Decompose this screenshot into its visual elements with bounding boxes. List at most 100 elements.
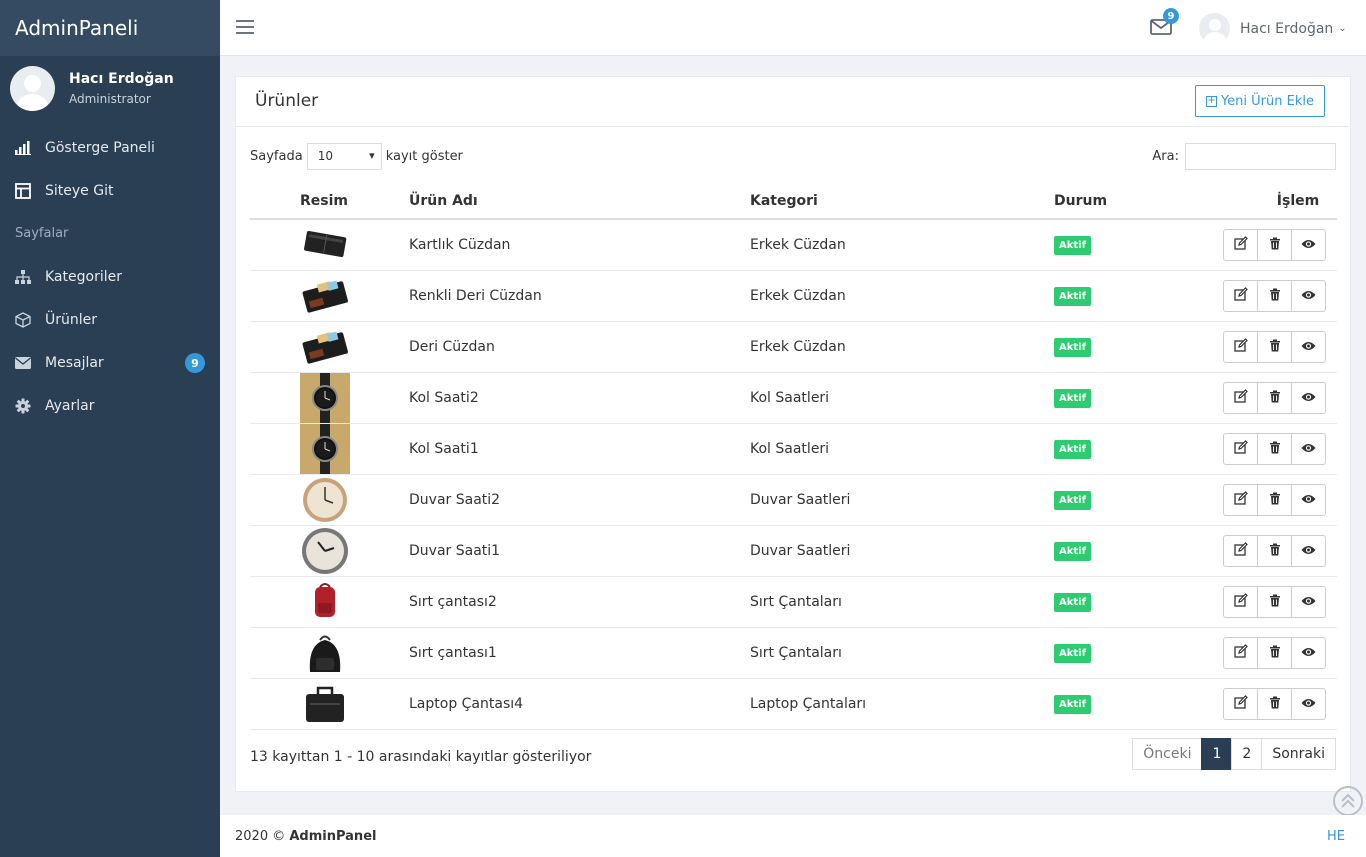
pagination-next[interactable]: Sonraki bbox=[1261, 738, 1336, 770]
product-image-cell bbox=[300, 270, 409, 322]
trash-icon bbox=[1269, 390, 1281, 407]
eye-icon bbox=[1301, 441, 1316, 457]
view-button[interactable] bbox=[1291, 382, 1326, 414]
table-row: Laptop Çantası4 Laptop Çantaları Aktif bbox=[250, 678, 1337, 730]
edit-button[interactable] bbox=[1223, 331, 1258, 363]
table-row: Deri Cüzdan Erkek Cüzdan Aktif bbox=[250, 321, 1337, 373]
status-badge: Aktif bbox=[1054, 643, 1091, 663]
products-table: Resim Ürün Adı Kategori Durum İşlem Kart… bbox=[250, 183, 1337, 730]
eye-icon bbox=[1301, 390, 1316, 406]
footer-credit[interactable]: HE bbox=[1327, 829, 1345, 844]
product-category: Duvar Saatleri bbox=[750, 474, 1054, 526]
footer-brand: AdminPanel bbox=[289, 828, 377, 844]
view-button[interactable] bbox=[1291, 433, 1326, 465]
delete-button[interactable] bbox=[1257, 433, 1292, 465]
view-button[interactable] bbox=[1291, 280, 1326, 312]
menu-toggle-icon[interactable] bbox=[236, 20, 254, 34]
edit-button[interactable] bbox=[1223, 382, 1258, 414]
view-button[interactable] bbox=[1291, 331, 1326, 363]
sidebar-item-settings[interactable]: Ayarlar bbox=[0, 384, 220, 427]
sidebar-item-label: Siteye Git bbox=[45, 182, 114, 199]
product-name: Sırt çantası1 bbox=[409, 627, 750, 679]
mail-count-badge: 9 bbox=[1163, 8, 1179, 24]
pagination-page-2[interactable]: 2 bbox=[1231, 738, 1263, 770]
top-navbar: 9 Hacı Erdoğan ⌄ bbox=[220, 0, 1366, 56]
view-button[interactable] bbox=[1291, 229, 1326, 261]
envelope-icon bbox=[14, 354, 32, 372]
sidebar-item-site[interactable]: Siteye Git bbox=[0, 169, 220, 212]
product-image-cell bbox=[300, 423, 409, 475]
eye-icon bbox=[1301, 594, 1316, 610]
edit-button[interactable] bbox=[1223, 637, 1258, 669]
sidebar-item-label: Mesajlar bbox=[45, 354, 104, 371]
delete-button[interactable] bbox=[1257, 637, 1292, 669]
status-badge: Aktif bbox=[1054, 541, 1091, 561]
view-button[interactable] bbox=[1291, 484, 1326, 516]
brand-logo[interactable]: AdminPaneli bbox=[0, 0, 220, 56]
length-prefix: Sayfada bbox=[250, 148, 303, 164]
status-badge: Aktif bbox=[1054, 592, 1091, 612]
scroll-to-top-icon[interactable] bbox=[1333, 786, 1363, 816]
view-button[interactable] bbox=[1291, 535, 1326, 567]
delete-button[interactable] bbox=[1257, 229, 1292, 261]
delete-button[interactable] bbox=[1257, 484, 1292, 516]
edit-button[interactable] bbox=[1223, 535, 1258, 567]
edit-button[interactable] bbox=[1223, 433, 1258, 465]
sidebar-item-products[interactable]: Ürünler bbox=[0, 298, 220, 341]
pagination-prev[interactable]: Önceki bbox=[1132, 738, 1203, 770]
sidebar-item-dashboard[interactable]: Gösterge Paneli bbox=[0, 126, 220, 169]
product-image-cell bbox=[300, 321, 409, 373]
messages-count-badge: 9 bbox=[185, 353, 205, 373]
profile-card: Hacı Erdoğan Administrator bbox=[0, 56, 220, 120]
delete-button[interactable] bbox=[1257, 382, 1292, 414]
eye-icon bbox=[1301, 645, 1316, 661]
page-length-select[interactable]: 10 bbox=[306, 142, 382, 170]
column-header-image[interactable]: Resim bbox=[300, 183, 409, 220]
edit-icon bbox=[1233, 542, 1248, 560]
eye-icon bbox=[1301, 288, 1316, 304]
view-button[interactable] bbox=[1291, 688, 1326, 720]
delete-button[interactable] bbox=[1257, 280, 1292, 312]
search-input[interactable] bbox=[1185, 142, 1336, 170]
product-image-cell bbox=[300, 525, 409, 577]
product-thumbnail bbox=[300, 526, 409, 576]
delete-button[interactable] bbox=[1257, 331, 1292, 363]
pagination-page-1[interactable]: 1 bbox=[1201, 738, 1233, 770]
column-header-name[interactable]: Ürün Adı bbox=[409, 183, 750, 220]
edit-icon bbox=[1233, 644, 1248, 662]
product-image-cell bbox=[300, 474, 409, 526]
view-button[interactable] bbox=[1291, 637, 1326, 669]
edit-button[interactable] bbox=[1223, 229, 1258, 261]
table-row: Sırt çantası2 Sırt Çantaları Aktif bbox=[250, 576, 1337, 628]
view-button[interactable] bbox=[1291, 586, 1326, 618]
product-thumbnail bbox=[300, 373, 409, 423]
trash-icon bbox=[1269, 543, 1281, 560]
product-thumbnail bbox=[300, 322, 409, 372]
sidebar: AdminPaneli Hacı Erdoğan Administrator G… bbox=[0, 0, 220, 857]
gear-icon bbox=[14, 397, 32, 415]
user-menu[interactable]: Hacı Erdoğan ⌄ bbox=[1199, 13, 1347, 44]
product-category: Erkek Cüzdan bbox=[750, 219, 1054, 271]
sidebar-item-messages[interactable]: Mesajlar 9 bbox=[0, 341, 220, 384]
table-row: Kartlık Cüzdan Erkek Cüzdan Aktif bbox=[250, 219, 1337, 271]
column-header-status[interactable]: Durum bbox=[1054, 183, 1219, 220]
sidebar-item-label: Kategoriler bbox=[45, 268, 122, 285]
column-header-category[interactable]: Kategori bbox=[750, 183, 1054, 220]
add-product-button[interactable]: + Yeni Ürün Ekle bbox=[1194, 85, 1325, 117]
edit-button[interactable] bbox=[1223, 280, 1258, 312]
delete-button[interactable] bbox=[1257, 688, 1292, 720]
delete-button[interactable] bbox=[1257, 535, 1292, 567]
trash-icon bbox=[1269, 288, 1281, 305]
product-category: Laptop Çantaları bbox=[750, 678, 1054, 730]
trash-icon bbox=[1269, 645, 1281, 662]
delete-button[interactable] bbox=[1257, 586, 1292, 618]
sidebar-item-categories[interactable]: Kategoriler bbox=[0, 255, 220, 298]
add-product-label: Yeni Ürün Ekle bbox=[1220, 93, 1314, 109]
edit-button[interactable] bbox=[1223, 586, 1258, 618]
edit-button[interactable] bbox=[1223, 484, 1258, 516]
product-category: Sırt Çantaları bbox=[750, 627, 1054, 679]
product-name: Duvar Saati1 bbox=[409, 525, 750, 577]
edit-button[interactable] bbox=[1223, 688, 1258, 720]
edit-icon bbox=[1233, 236, 1248, 254]
eye-icon bbox=[1301, 543, 1316, 559]
